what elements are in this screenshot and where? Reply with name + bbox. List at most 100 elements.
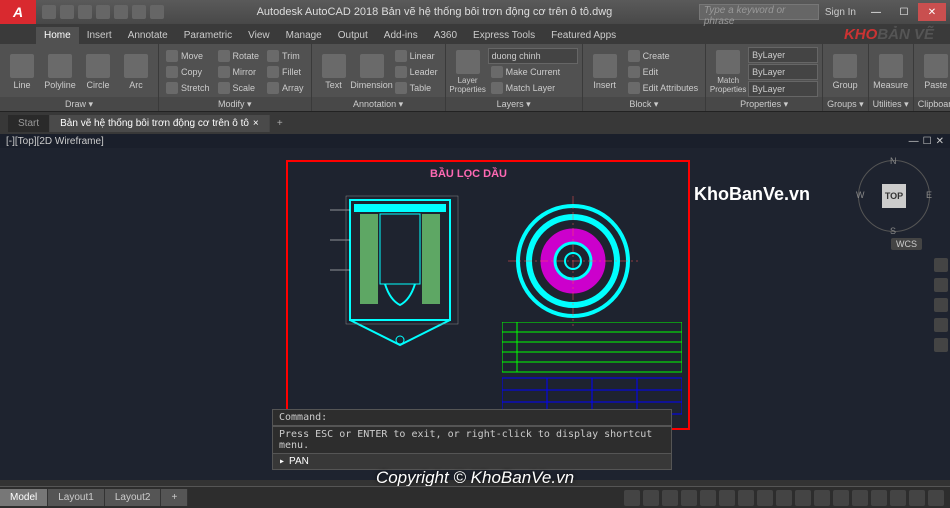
panel-title-draw[interactable]: Draw ▾ [0,97,158,111]
tab-output[interactable]: Output [330,27,376,44]
dimension-button[interactable]: Dimension [354,48,390,96]
tab-annotate[interactable]: Annotate [120,27,176,44]
nav-orbit-icon[interactable] [934,318,948,332]
add-layout-button[interactable]: + [161,489,188,506]
nav-wheel-icon[interactable] [934,258,948,272]
qat-undo-icon[interactable] [132,5,146,19]
model-toggle-icon[interactable] [624,490,640,506]
otrack-toggle-icon[interactable] [757,490,773,506]
tab-manage[interactable]: Manage [278,27,330,44]
viewcube-s[interactable]: S [890,226,896,236]
leader-button[interactable]: Leader [392,64,441,79]
lineweight-dropdown[interactable]: ByLayer [748,64,818,80]
3dosnap-toggle-icon[interactable] [738,490,754,506]
tab-addins[interactable]: Add-ins [376,27,426,44]
qp-toggle-icon[interactable] [833,490,849,506]
minimize-button[interactable]: — [862,3,890,21]
tpy-toggle-icon[interactable] [814,490,830,506]
rotate-button[interactable]: Rotate [215,48,263,63]
circle-button[interactable]: Circle [80,48,116,96]
lwt-toggle-icon[interactable] [795,490,811,506]
tab-parametric[interactable]: Parametric [176,27,240,44]
clean-toggle-icon[interactable] [909,490,925,506]
close-tab-icon[interactable]: × [253,118,259,129]
create-block-button[interactable]: Create [625,48,702,63]
edit-block-button[interactable]: Edit [625,64,702,79]
viewcube-e[interactable]: E [926,190,932,200]
tab-insert[interactable]: Insert [79,27,120,44]
match-layer-button[interactable]: Match Layer [488,81,578,96]
osnap-toggle-icon[interactable] [719,490,735,506]
make-current-button[interactable]: Make Current [488,65,578,80]
qat-redo-icon[interactable] [150,5,164,19]
mirror-button[interactable]: Mirror [215,64,263,79]
start-tab[interactable]: Start [8,115,50,132]
viewcube-n[interactable]: N [890,156,897,166]
line-button[interactable]: Line [4,48,40,96]
command-input[interactable]: ▸ PAN [272,454,672,470]
dyn-toggle-icon[interactable] [776,490,792,506]
close-button[interactable]: ✕ [918,3,946,21]
measure-button[interactable]: Measure [873,48,909,96]
custom-toggle-icon[interactable] [928,490,944,506]
copy-button[interactable]: Copy [163,64,213,79]
layer-properties-button[interactable]: Layer Properties [450,48,486,96]
qat-save-icon[interactable] [78,5,92,19]
viewport-label[interactable]: [-][Top][2D Wireframe] [6,136,104,147]
nav-showmotion-icon[interactable] [934,338,948,352]
panel-title-clipboard[interactable]: Clipboard ▾ [914,97,950,111]
group-button[interactable]: Group [827,48,863,96]
signin-label[interactable]: Sign In [825,7,856,18]
insert-block-button[interactable]: Insert [587,48,623,96]
panel-title-block[interactable]: Block ▾ [583,97,706,111]
stretch-button[interactable]: Stretch [163,80,213,95]
polar-toggle-icon[interactable] [700,490,716,506]
viewcube[interactable]: TOP N S E W [858,160,930,232]
qat-plot-icon[interactable] [114,5,128,19]
model-tab[interactable]: Model [0,489,48,506]
panel-title-annotation[interactable]: Annotation ▾ [312,97,445,111]
new-tab-button[interactable]: + [270,118,290,129]
trim-button[interactable]: Trim [264,48,307,63]
help-search-input[interactable]: Type a keyword or phrase [699,4,819,20]
drawing-canvas[interactable]: BẦU LỌC DẦU KhoBanVe.vn [0,148,950,480]
paste-button[interactable]: Paste [918,48,950,96]
wcs-badge[interactable]: WCS [891,238,922,250]
fillet-button[interactable]: Fillet [264,64,307,79]
viewcube-w[interactable]: W [856,190,865,200]
match-properties-button[interactable]: Match Properties [710,48,746,96]
maximize-button[interactable]: ☐ [890,3,918,21]
linear-button[interactable]: Linear [392,48,441,63]
arc-button[interactable]: Arc [118,48,154,96]
tab-a360[interactable]: A360 [426,27,465,44]
ws-toggle-icon[interactable] [890,490,906,506]
drawing-tab[interactable]: Bản vẽ hệ thống bôi trơn động cơ trên ô … [50,115,270,132]
tab-view[interactable]: View [240,27,278,44]
tab-featured[interactable]: Featured Apps [543,27,624,44]
scale-button[interactable]: Scale [215,80,263,95]
move-button[interactable]: Move [163,48,213,63]
snap-toggle-icon[interactable] [662,490,678,506]
ortho-toggle-icon[interactable] [681,490,697,506]
tab-express[interactable]: Express Tools [465,27,543,44]
panel-title-modify[interactable]: Modify ▾ [159,97,311,111]
color-dropdown[interactable]: ByLayer [748,47,818,63]
panel-title-properties[interactable]: Properties ▾ [706,97,822,111]
qat-saveas-icon[interactable] [96,5,110,19]
qat-new-icon[interactable] [42,5,56,19]
viewcube-top[interactable]: TOP [882,184,906,208]
vp-min-icon[interactable]: — [909,136,919,147]
vp-close-icon[interactable]: ✕ [936,136,944,147]
panel-title-layers[interactable]: Layers ▾ [446,97,582,111]
polyline-button[interactable]: Polyline [42,48,78,96]
layer-dropdown[interactable]: duong chinh [488,48,578,64]
table-button[interactable]: Table [392,80,441,95]
layout2-tab[interactable]: Layout2 [105,489,162,506]
panel-title-groups[interactable]: Groups ▾ [823,97,868,111]
vp-max-icon[interactable]: ☐ [923,136,932,147]
edit-attributes-button[interactable]: Edit Attributes [625,80,702,95]
nav-pan-icon[interactable] [934,278,948,292]
layout1-tab[interactable]: Layout1 [48,489,105,506]
grid-toggle-icon[interactable] [643,490,659,506]
anno-toggle-icon[interactable] [871,490,887,506]
